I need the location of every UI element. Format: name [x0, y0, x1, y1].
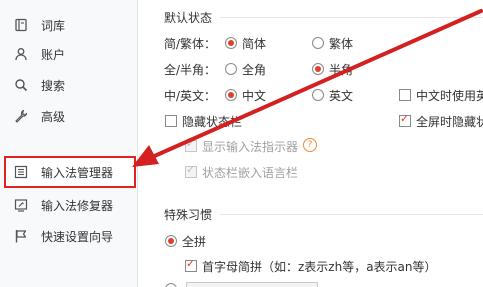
sidebar-item-label: 词库: [41, 18, 66, 33]
radio-simplified[interactable]: [225, 37, 237, 49]
section-title-default-state: 默认状态: [164, 11, 213, 25]
option-label: 显示输入法指示器: [202, 140, 299, 154]
help-icon[interactable]: ?: [303, 138, 317, 152]
sidebar-item-label: 搜索: [41, 78, 66, 93]
option-label: 隐藏状态栏: [182, 115, 243, 129]
radio-half-width[interactable]: [312, 63, 324, 75]
option-label: 繁体: [329, 37, 354, 51]
section-divider: [220, 214, 483, 215]
radio-chinese[interactable]: [225, 89, 237, 101]
wrench-icon: [15, 109, 28, 123]
sidebar-item-lexicon[interactable]: 词库: [0, 14, 136, 36]
repair-icon: [14, 199, 28, 212]
option-label: 首字母简拼（如：z表示zh等，a表示an等）: [202, 260, 437, 274]
row-label-chinese-english: 中/英文：: [164, 89, 217, 103]
radio-double-pinyin[interactable]: [165, 283, 177, 287]
sidebar-item-label: 输入法修复器: [41, 198, 114, 213]
settings-panel: 默认状态 简/繁体： 简体 繁体 全/半角： 全角 半角 中/英文： 中文 英文…: [138, 0, 483, 287]
sidebar-item-label: 高级: [41, 109, 66, 124]
option-label: 全拼: [182, 235, 207, 249]
checkbox-initial-abbrev[interactable]: [185, 257, 197, 272]
checkbox-show-indicator[interactable]: [185, 137, 197, 152]
checkbox-fullscreen-hide[interactable]: [399, 112, 411, 127]
radio-traditional[interactable]: [312, 37, 324, 49]
sidebar-item-setup-wizard[interactable]: 快速设置向导: [0, 225, 136, 247]
double-pinyin-settings-button[interactable]: [186, 282, 318, 287]
sidebar-item-search[interactable]: 搜索: [0, 74, 136, 96]
section-divider: [220, 17, 483, 18]
checkbox-embed-lang-bar[interactable]: [185, 163, 197, 178]
row-label-simplified-traditional: 简/繁体：: [164, 37, 217, 51]
row-label-full-half-width: 全/半角：: [164, 63, 217, 77]
option-label: 全角: [242, 63, 267, 77]
sidebar-item-label: 快速设置向导: [41, 229, 114, 244]
sidebar: 词库 账户 搜索 高级 输入法管理器 输入法修复器 快速设置向导: [0, 0, 138, 287]
radio-full-pinyin[interactable]: [165, 235, 177, 247]
option-label: 简体: [242, 37, 267, 51]
sidebar-item-ime-repair[interactable]: 输入法修复器: [0, 194, 136, 216]
sidebar-item-advanced[interactable]: 高级: [0, 105, 136, 127]
checkbox-hide-statusbar[interactable]: [165, 115, 177, 127]
radio-full-width[interactable]: [225, 63, 237, 75]
section-title-special-habits: 特殊习惯: [164, 208, 213, 222]
book-icon: [15, 18, 27, 32]
sidebar-item-label: 输入法管理器: [41, 165, 114, 180]
option-label: 状态栏嵌入语言栏: [202, 166, 299, 180]
sidebar-item-label: 账户: [41, 47, 66, 62]
option-label: 中文: [242, 89, 267, 103]
sidebar-item-ime-manager[interactable]: 输入法管理器: [4, 156, 136, 188]
radio-english[interactable]: [312, 89, 324, 101]
option-label: 中文时使用英: [416, 89, 483, 103]
sidebar-item-account[interactable]: 账户: [0, 43, 136, 65]
search-icon: [15, 79, 28, 92]
user-icon: [15, 48, 27, 61]
option-label: 半角: [329, 63, 354, 77]
checkbox-english-in-chinese[interactable]: [399, 89, 411, 101]
option-label: 英文: [329, 89, 354, 103]
option-label: 全屏时隐藏状: [416, 115, 483, 129]
list-icon: [14, 165, 28, 179]
flag-icon: [15, 230, 27, 243]
